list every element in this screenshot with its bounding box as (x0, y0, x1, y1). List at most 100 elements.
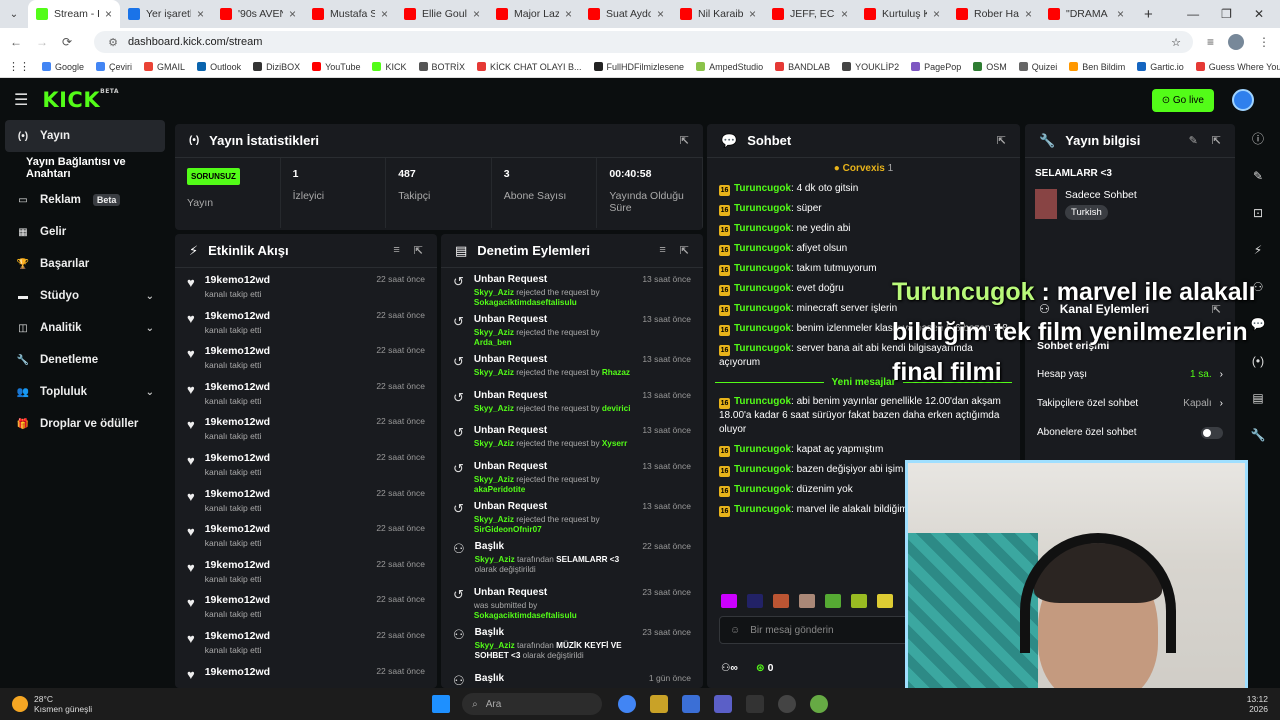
activity-user[interactable]: 19kemo12wd (205, 559, 270, 571)
activity-user[interactable]: 19kemo12wd (205, 594, 270, 606)
chat-username[interactable]: Turuncugok (734, 303, 791, 314)
tab-close-icon[interactable]: × (1025, 7, 1032, 21)
activity-user[interactable]: 19kemo12wd (205, 274, 270, 286)
chat-username[interactable]: Turuncugok (734, 323, 791, 334)
chat-username[interactable]: Turuncugok (734, 283, 791, 294)
pinned-user-row[interactable]: ● Corvexis 1 (707, 158, 1020, 179)
sidebar-item[interactable]: 🔧 Denetleme (0, 344, 170, 376)
lightning-icon[interactable]: ⚡ (1236, 231, 1280, 268)
chat-username[interactable]: Turuncugok (734, 243, 791, 254)
popout-icon[interactable]: ⇱ (680, 244, 689, 257)
epic-games-icon[interactable] (746, 695, 765, 713)
target-user[interactable]: SirGideonOfnir07 (474, 525, 542, 534)
bookmark[interactable]: KİCK CHAT OLAYI B... (477, 62, 582, 72)
activity-user[interactable]: 19kemo12wd (205, 523, 270, 535)
emote-icon[interactable] (747, 594, 763, 608)
target-user[interactable]: Sokagaciktimdaseftalisulu (474, 298, 577, 307)
bookmark[interactable]: YouTube (312, 62, 360, 72)
activity-user[interactable]: 19kemo12wd (205, 452, 270, 464)
emote-icon[interactable] (773, 594, 789, 608)
reload-icon[interactable]: ⟳ (62, 35, 72, 49)
bookmark[interactable]: BOTRİX (418, 62, 465, 72)
edit-icon[interactable]: ✎ (1236, 157, 1280, 194)
chevron-down-icon[interactable]: ⌄ (146, 291, 154, 302)
browser-tab[interactable]: Major Lazer × (488, 0, 580, 28)
back-icon[interactable]: ← (10, 35, 22, 49)
popout-icon[interactable]: ⇱ (680, 134, 689, 147)
target-user[interactable]: Rhazaz (602, 368, 630, 377)
sidebar-item[interactable]: (•) Yayın (5, 120, 165, 152)
tab-close-icon[interactable]: × (473, 7, 480, 21)
moderator-name[interactable]: Skyy_Aziz (475, 555, 515, 564)
site-info-icon[interactable]: ⚙ (108, 36, 118, 49)
sidebar-item[interactable]: 🎁 Droplar ve ödüller (0, 408, 170, 440)
media-icon[interactable]: ≡ (1207, 35, 1214, 49)
bookmark[interactable]: Quizei (1018, 62, 1057, 72)
activity-user[interactable]: 19kemo12wd (205, 345, 270, 357)
moderator-name[interactable]: Skyy_Aziz (474, 404, 514, 413)
activity-user[interactable]: 19kemo12wd (205, 488, 270, 500)
tab-close-icon[interactable]: × (197, 7, 204, 21)
chat-username[interactable]: Turuncugok (734, 396, 791, 407)
browser-tab[interactable]: Rober Hater × (948, 0, 1040, 28)
filter-icon[interactable]: ≡ (659, 244, 665, 257)
filter-icon[interactable]: ≡ (393, 244, 399, 257)
tab-close-icon[interactable]: × (381, 7, 388, 21)
toggle-switch[interactable] (1201, 426, 1223, 439)
bookmark[interactable]: Ben Bildim (1069, 62, 1125, 72)
emote-icon[interactable] (825, 594, 841, 608)
target-user[interactable]: Arda_ben (474, 338, 512, 347)
scan-icon[interactable]: ⊡ (1236, 194, 1280, 231)
bookmark[interactable]: DiziBOX (253, 62, 300, 72)
bookmark[interactable]: KICK (372, 62, 407, 72)
teams-icon[interactable] (714, 695, 733, 713)
bookmark[interactable]: AmpedStudio (696, 62, 763, 72)
chat-username[interactable]: Turuncugok (734, 504, 791, 515)
tab-close-icon[interactable]: × (841, 7, 848, 21)
popout-icon[interactable]: ⇱ (997, 134, 1006, 147)
moderator-name[interactable]: Skyy_Aziz (474, 328, 514, 337)
bookmark[interactable]: OSM (973, 62, 1007, 72)
sidebar-item[interactable]: ▭ Reklam Beta (0, 184, 170, 216)
emote-icon[interactable] (799, 594, 815, 608)
activity-user[interactable]: 19kemo12wd (205, 630, 270, 642)
emote-icon[interactable] (877, 594, 893, 608)
app-icon[interactable] (682, 695, 701, 713)
chat-setting-row[interactable]: Takipçilere özel sohbet Kapalı › (1025, 389, 1235, 418)
user-avatar[interactable] (1232, 89, 1254, 111)
emote-icon[interactable] (721, 594, 737, 608)
activity-user[interactable]: 19kemo12wd (205, 310, 270, 322)
chat-username[interactable]: Turuncugok (734, 444, 791, 455)
sidebar-item[interactable]: ▦ Gelir (0, 216, 170, 248)
forward-icon[interactable]: → (36, 35, 48, 49)
chevron-right-icon[interactable]: › (1220, 398, 1223, 409)
chat-username[interactable]: Turuncugok (734, 464, 791, 475)
taskbar-search[interactable]: ⌕ Ara (462, 693, 603, 715)
browser-tab[interactable]: "DRAMA × (1040, 0, 1132, 28)
bookmark[interactable]: Çeviri (96, 62, 132, 72)
target-user[interactable]: Sokagaciktimdaseftalisulu (474, 611, 577, 620)
browser-tab[interactable]: Mustafa Sar × (304, 0, 396, 28)
tab-close-icon[interactable]: × (105, 7, 112, 21)
info-icon[interactable]: ⓘ (1236, 120, 1280, 157)
emote-icon[interactable] (851, 594, 867, 608)
chat-username[interactable]: Turuncugok (734, 263, 791, 274)
bookmark[interactable]: PagePop (911, 62, 961, 72)
moderator-name[interactable]: Skyy_Aziz (475, 641, 515, 650)
bookmark[interactable]: Outlook (197, 62, 241, 72)
chevron-down-icon[interactable]: ⌄ (146, 323, 154, 334)
chat-username[interactable]: Turuncugok (734, 484, 791, 495)
apps-icon[interactable]: ⋮⋮ (8, 60, 30, 73)
chat-username[interactable]: Turuncugok (734, 183, 791, 194)
go-live-button[interactable]: ⊙ Go live (1151, 89, 1214, 112)
bookmark[interactable]: FullHDFilmizlesene (593, 62, 684, 72)
browser-tab[interactable]: Nil Karaibrah × (672, 0, 764, 28)
popout-icon[interactable]: ⇱ (1212, 134, 1221, 147)
users-icon[interactable]: ⚇∞ (721, 662, 738, 674)
wrench-icon[interactable]: 🔧 (1236, 416, 1280, 453)
moderator-name[interactable]: Skyy_Aziz (474, 439, 514, 448)
moderator-name[interactable]: Skyy_Aziz (474, 515, 514, 524)
browser-tab[interactable]: Kurtuluş Kuş × (856, 0, 948, 28)
hamburger-menu-icon[interactable]: ☰ (14, 90, 28, 110)
sidebar-subitem[interactable]: Yayın Bağlantısı ve Anahtarı (0, 152, 170, 184)
